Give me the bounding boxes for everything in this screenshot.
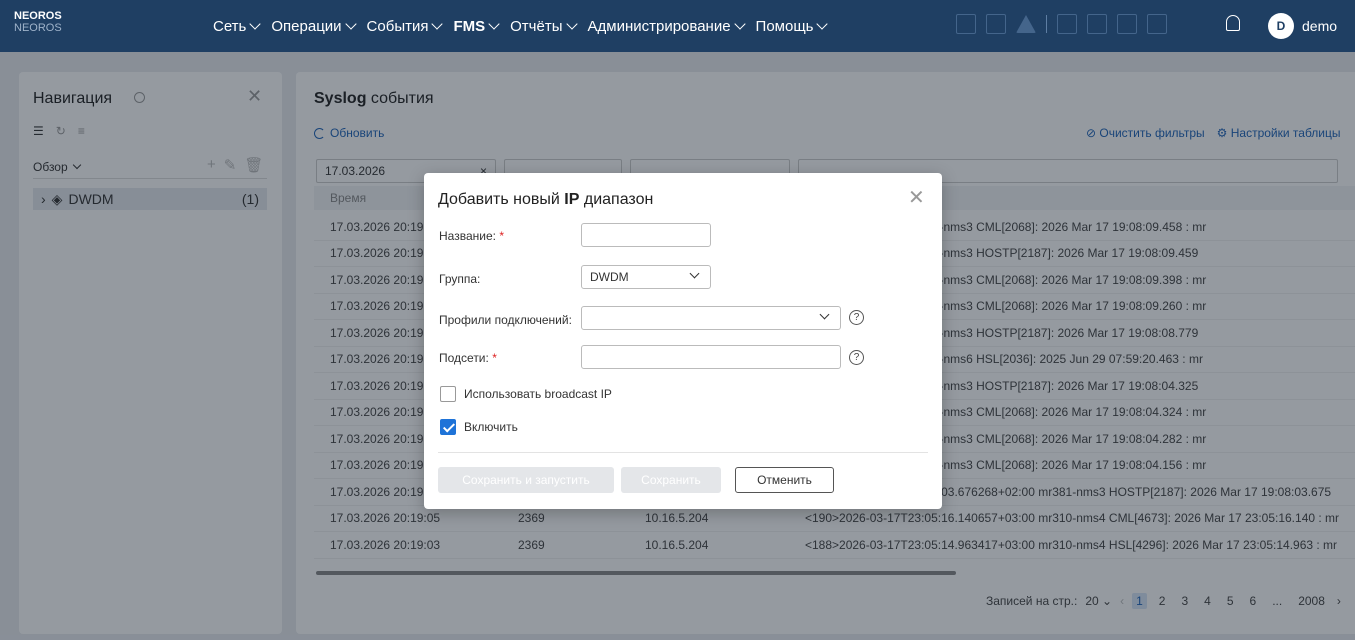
save-button[interactable]: Сохранить (621, 467, 721, 493)
enable-label: Включить (464, 420, 518, 434)
profiles-select[interactable] (581, 306, 841, 330)
chevron-down-icon (816, 18, 829, 30)
dialog-title-post: диапазон (583, 191, 654, 208)
chevron-down-icon (488, 18, 500, 30)
chevron-down-icon (344, 18, 357, 30)
profiles-label: Профили подключений: (439, 313, 572, 327)
group-select[interactable]: DWDM (581, 265, 711, 289)
username[interactable]: demo (1302, 18, 1337, 34)
menu-operations[interactable]: Операции (271, 17, 357, 35)
menu-network-label: Сеть (213, 17, 247, 35)
help-icon[interactable]: ? (849, 350, 864, 365)
chevron-down-icon (819, 309, 830, 320)
name-field[interactable] (581, 223, 711, 247)
brand-logo[interactable]: NEOROS NEOROS (14, 10, 62, 34)
top-bar: NEOROS NEOROS Сеть Операции События FMS … (0, 0, 1355, 52)
enable-checkbox[interactable] (440, 419, 456, 435)
subnets-label: Подсети: * (439, 351, 497, 365)
toolbar-divider (1046, 15, 1047, 33)
required-mark: * (499, 229, 504, 243)
chevron-down-icon (431, 18, 444, 30)
list-icon[interactable] (1087, 14, 1107, 34)
users-icon[interactable] (986, 14, 1006, 34)
menu-admin[interactable]: Администрирование (587, 17, 746, 35)
dialog-title-pre: Добавить новый (438, 191, 560, 208)
chevron-down-icon (689, 268, 700, 279)
name-label: Название: * (439, 229, 504, 243)
divider (438, 452, 928, 453)
menu-admin-label: Администрирование (587, 17, 731, 35)
required-mark: * (492, 351, 497, 365)
menu-help[interactable]: Помощь (755, 17, 829, 35)
brand-name: NEOROS (14, 10, 62, 22)
subnets-field[interactable] (581, 345, 841, 369)
dialog-title: Добавить новый IP диапазон (438, 191, 653, 209)
group-select-value: DWDM (590, 270, 629, 284)
main-menu: Сеть Операции События FMS Отчёты Админис… (213, 0, 829, 52)
add-ip-range-dialog: Добавить новый IP диапазон ✕ Название: *… (424, 173, 942, 509)
menu-events[interactable]: События (366, 17, 444, 35)
toolbar-icons (956, 14, 1167, 34)
menu-events-label: События (366, 17, 429, 35)
tree-icon[interactable] (1057, 14, 1077, 34)
broadcast-label: Использовать broadcast IP (464, 387, 612, 401)
name-label-text: Название: (439, 229, 496, 243)
grid-icon[interactable] (956, 14, 976, 34)
menu-fms[interactable]: FMS (453, 17, 500, 35)
chevron-down-icon (733, 18, 746, 30)
save-and-run-button[interactable]: Сохранить и запустить (438, 467, 614, 493)
subnets-label-text: Подсети: (439, 351, 489, 365)
chart-icon[interactable] (1147, 14, 1167, 34)
dialog-title-bold: IP (564, 191, 580, 208)
menu-reports[interactable]: Отчёты (510, 17, 578, 35)
close-icon[interactable]: ✕ (908, 185, 925, 210)
chevron-down-icon (249, 18, 262, 30)
broadcast-checkbox[interactable] (440, 386, 456, 402)
menu-fms-label: FMS (453, 17, 486, 35)
help-icon[interactable]: ? (849, 310, 864, 325)
brand-subname: NEOROS (14, 22, 62, 34)
document-icon[interactable] (1117, 14, 1137, 34)
bell-icon[interactable] (1226, 15, 1240, 31)
cancel-button[interactable]: Отменить (735, 467, 834, 493)
menu-operations-label: Операции (271, 17, 342, 35)
menu-network[interactable]: Сеть (213, 17, 262, 35)
menu-help-label: Помощь (755, 17, 814, 35)
group-label: Группа: (439, 272, 481, 286)
chevron-down-icon (565, 18, 578, 30)
menu-reports-label: Отчёты (510, 17, 563, 35)
avatar[interactable]: D (1268, 13, 1294, 39)
warning-icon[interactable] (1016, 15, 1036, 33)
